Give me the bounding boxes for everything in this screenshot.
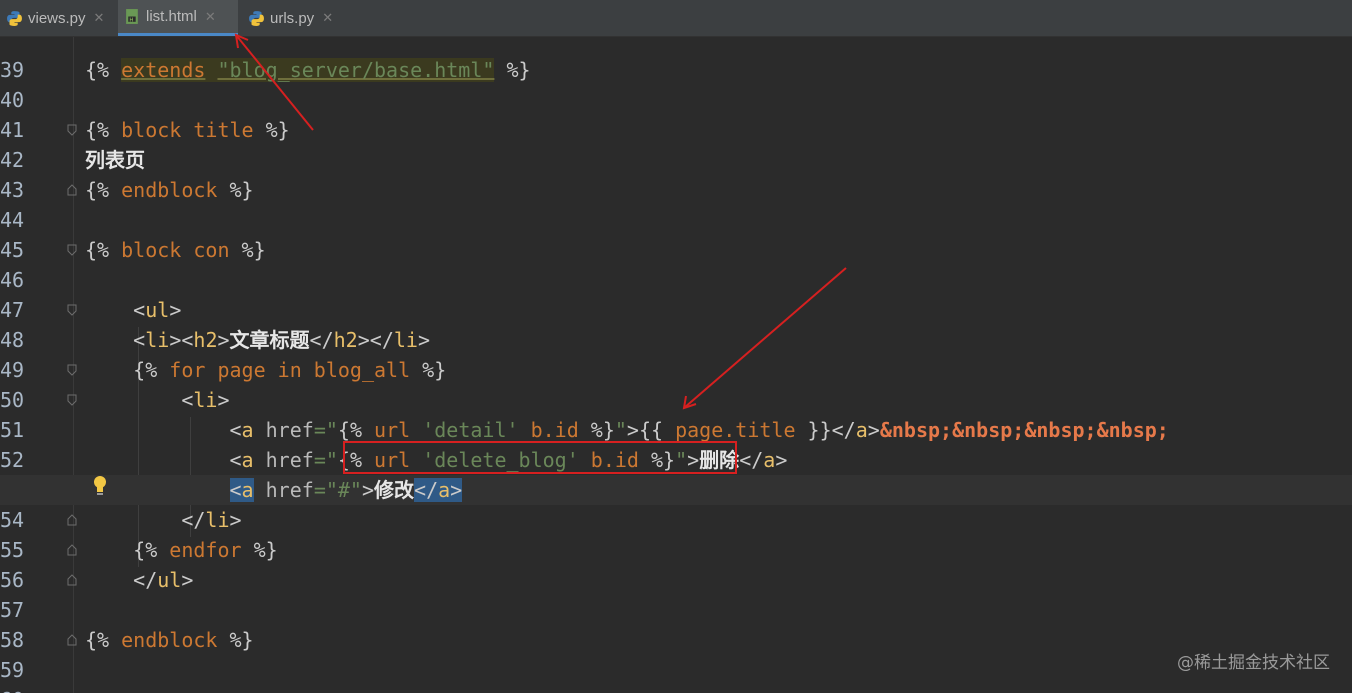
watermark: @稀土掘金技术社区 [1177,653,1330,673]
nbsp-entities: &nbsp;&nbsp;&nbsp;&nbsp; [879,418,1169,442]
code-content[interactable]: {% endblock %} [85,625,254,655]
code-line: 47 [0,265,1352,322]
python-file-icon [7,10,22,26]
tab-views-py[interactable]: views.py ✕ [0,0,116,36]
code-line: 55 </li> [0,505,1352,562]
code-content[interactable]: <li> [85,385,229,415]
fold-end-icon[interactable] [67,184,77,196]
code-content[interactable]: </ul> [85,565,193,595]
tab-label: list.html [146,8,197,25]
code-line: 49 <li><h2>文章标题</h2></li> [0,325,1352,382]
url-name: 'detail' [422,418,519,442]
html-file-icon: H [126,9,138,24]
text-node: 列表页 [85,148,145,172]
code-line: 46 {% block con %} [0,235,1352,292]
editor-tab-bar: views.py ✕ H list.html ✕ urls.py ✕ [0,0,1352,37]
code-content[interactable]: <li><h2>文章标题</h2></li> [85,325,430,355]
annotation-highlight-box [343,441,737,474]
code-content[interactable]: 列表页 [85,145,145,175]
close-icon[interactable]: ✕ [94,10,105,26]
code-line: 39 [0,37,1352,82]
code-line: 50 {% for page in blog_all %} [0,355,1352,412]
fold-end-icon[interactable] [67,514,77,526]
fold-end-icon[interactable] [67,544,77,556]
code-content[interactable]: {% endfor %} [85,535,278,565]
fold-marker-icon[interactable] [67,304,77,316]
close-icon[interactable]: ✕ [205,9,216,25]
code-line: 57 </ul> [0,565,1352,622]
fold-marker-icon[interactable] [67,244,77,256]
python-file-icon [249,10,264,26]
code-content[interactable]: <a href="#">修改</a> [85,475,463,505]
code-line: 44 {% endblock %} [0,175,1352,232]
line-number: 60 [0,685,24,693]
code-line: 42 {% block title %} [0,115,1352,172]
code-line: 40 {% extends "blog_server/base.html" %} [0,55,1352,112]
fold-marker-icon[interactable] [67,394,77,406]
fold-end-icon[interactable] [67,634,77,646]
fold-end-icon[interactable] [67,574,77,586]
svg-text:H: H [129,17,133,23]
fold-marker-icon[interactable] [67,124,77,136]
code-content[interactable]: {% endblock %} [85,175,254,205]
code-content[interactable]: </li> [85,505,241,535]
code-line: 43 列表页 [0,145,1352,202]
code-content[interactable]: {% block con %} [85,235,266,265]
text-node: 文章标题 [229,328,310,352]
code-line: 60 [0,655,1352,693]
code-line: 58 [0,595,1352,652]
text-node: 修改 [374,478,415,502]
extends-path: "blog_server/base.html" [217,58,495,82]
tab-label: views.py [28,9,86,27]
tab-list-html[interactable]: H list.html ✕ [118,0,238,36]
code-content[interactable]: {% for page in blog_all %} [85,355,446,385]
code-line: 48 <ul> [0,295,1352,352]
code-line: 59 {% endblock %} [0,625,1352,682]
tab-urls-py[interactable]: urls.py ✕ [242,0,352,36]
fold-marker-icon[interactable] [67,364,77,376]
code-content[interactable]: {% block title %} [85,115,290,145]
code-editor[interactable]: 39 40 {% extends "blog_server/base.html"… [0,37,1352,693]
code-content[interactable]: {% extends "blog_server/base.html" %} [85,55,531,85]
code-line: 41 [0,85,1352,142]
lightbulb-icon[interactable] [92,475,108,497]
code-content[interactable]: <ul> [85,295,181,325]
tab-label: urls.py [270,9,315,27]
code-line-current: 54 <a href="#">修改</a> [0,475,1352,532]
code-line: 45 [0,205,1352,262]
close-icon[interactable]: ✕ [322,10,333,26]
code-line: 56 {% endfor %} [0,535,1352,592]
code-line: 51 <li> [0,385,1352,442]
